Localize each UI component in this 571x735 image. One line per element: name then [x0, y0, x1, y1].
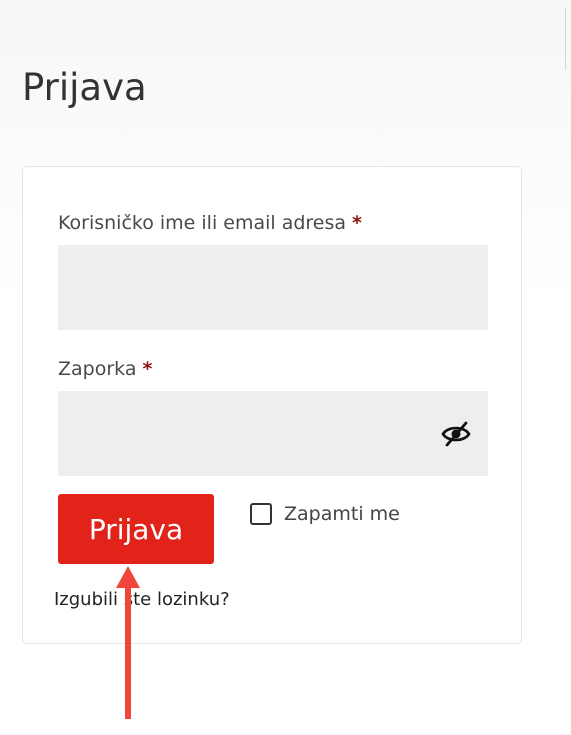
remember-me-toggle[interactable]: Zapamti me — [250, 500, 400, 528]
submit-button[interactable]: Prijava — [58, 494, 214, 564]
password-label: Zaporka * — [58, 358, 152, 380]
scrollbar[interactable] — [565, 8, 566, 70]
password-input[interactable] — [58, 391, 488, 476]
eye-slash-icon[interactable] — [440, 420, 472, 448]
required-marker: * — [352, 212, 362, 234]
annotation-arrow — [116, 566, 140, 719]
username-label-text: Korisničko ime ili email adresa — [58, 212, 347, 234]
username-label: Korisničko ime ili email adresa * — [58, 212, 362, 234]
username-input[interactable] — [58, 245, 488, 330]
remember-me-checkbox[interactable] — [250, 503, 272, 525]
password-label-text: Zaporka — [58, 358, 137, 380]
page-title: Prijava — [22, 66, 147, 109]
remember-me-label: Zapamti me — [284, 503, 400, 525]
required-marker: * — [142, 358, 153, 380]
